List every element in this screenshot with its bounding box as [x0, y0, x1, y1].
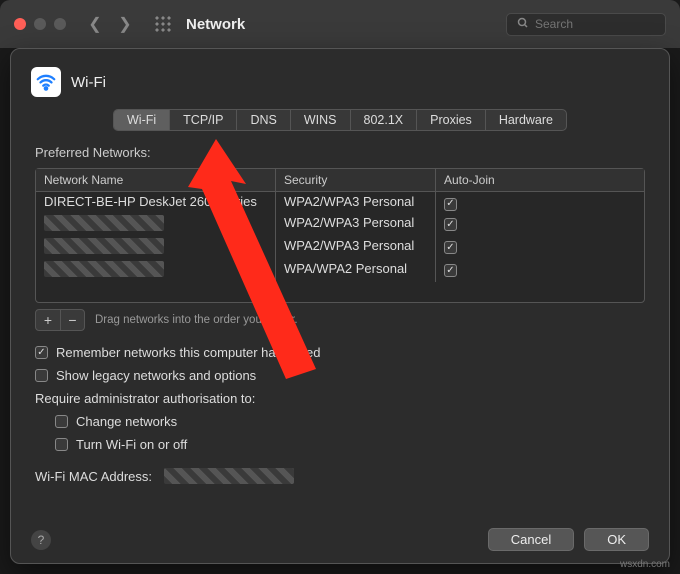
remember-networks-checkbox[interactable]: ✓ Remember networks this computer has jo…	[35, 345, 645, 360]
tab-dns[interactable]: DNS	[237, 110, 290, 130]
change-networks-label: Change networks	[76, 414, 177, 429]
add-remove-buttons: + −	[35, 309, 85, 331]
column-auto-join[interactable]: Auto-Join	[436, 169, 644, 191]
tab-tcp-ip[interactable]: TCP/IP	[170, 110, 237, 130]
auto-join-checkbox[interactable]: ✓	[444, 241, 457, 254]
sheet-title: Wi-Fi	[71, 74, 106, 91]
remove-network-button[interactable]: −	[60, 310, 84, 330]
back-button[interactable]: ❮	[84, 13, 106, 35]
toggle-wifi-label: Turn Wi-Fi on or off	[76, 437, 187, 452]
tab-hardware[interactable]: Hardware	[486, 110, 566, 130]
tab-802-1x[interactable]: 802.1X	[351, 110, 418, 130]
require-admin-label: Require administrator authorisation to:	[35, 391, 645, 406]
toggle-wifi-checkbox[interactable]: Turn Wi-Fi on or off	[55, 437, 645, 452]
window-title: Network	[186, 16, 245, 33]
help-button[interactable]: ?	[31, 530, 51, 550]
add-network-button[interactable]: +	[36, 310, 60, 330]
tab-bar: Wi-FiTCP/IPDNSWINS802.1XProxiesHardware	[113, 109, 567, 131]
show-all-button[interactable]	[154, 15, 172, 33]
tab-wins[interactable]: WINS	[291, 110, 351, 130]
zoom-window-button[interactable]	[54, 18, 66, 30]
tab-proxies[interactable]: Proxies	[417, 110, 486, 130]
mac-address-label: Wi-Fi MAC Address:	[35, 469, 152, 484]
table-row[interactable]: DIRECT-BE-HP DeskJet 2600 seriesWPA2/WPA…	[36, 192, 644, 213]
table-row[interactable]: WPA2/WPA3 Personal✓	[36, 236, 644, 259]
show-legacy-checkbox[interactable]: Show legacy networks and options	[35, 368, 645, 383]
auto-join-checkbox[interactable]: ✓	[444, 218, 457, 231]
auto-join-checkbox[interactable]: ✓	[444, 264, 457, 277]
table-row[interactable]: WPA/WPA2 Personal✓	[36, 259, 644, 282]
table-row[interactable]: WPA2/WPA3 Personal✓	[36, 213, 644, 236]
mac-address-value	[164, 468, 294, 484]
search-icon	[517, 17, 529, 32]
close-window-button[interactable]	[14, 18, 26, 30]
column-security[interactable]: Security	[276, 169, 436, 191]
change-networks-checkbox[interactable]: Change networks	[55, 414, 645, 429]
column-network-name[interactable]: Network Name	[36, 169, 276, 191]
minimize-window-button[interactable]	[34, 18, 46, 30]
tab-wi-fi[interactable]: Wi-Fi	[114, 110, 170, 130]
wifi-icon	[31, 67, 61, 97]
search-field[interactable]	[506, 13, 666, 36]
remember-networks-label: Remember networks this computer has join…	[56, 345, 320, 360]
preferred-networks-label: Preferred Networks:	[35, 145, 645, 160]
drag-hint: Drag networks into the order you prefer.	[95, 314, 298, 326]
titlebar: ❮ ❯ Network	[0, 0, 680, 48]
window-controls	[14, 18, 66, 30]
search-input[interactable]	[535, 17, 655, 31]
auto-join-checkbox[interactable]: ✓	[444, 198, 457, 211]
forward-button[interactable]: ❯	[114, 13, 136, 35]
networks-table: Network Name Security Auto-Join DIRECT-B…	[35, 168, 645, 303]
cancel-button[interactable]: Cancel	[488, 528, 574, 551]
watermark: wsxdn.com	[620, 559, 670, 570]
settings-sheet: Wi-Fi Wi-FiTCP/IPDNSWINS802.1XProxiesHar…	[10, 48, 670, 564]
show-legacy-label: Show legacy networks and options	[56, 368, 256, 383]
ok-button[interactable]: OK	[584, 528, 649, 551]
